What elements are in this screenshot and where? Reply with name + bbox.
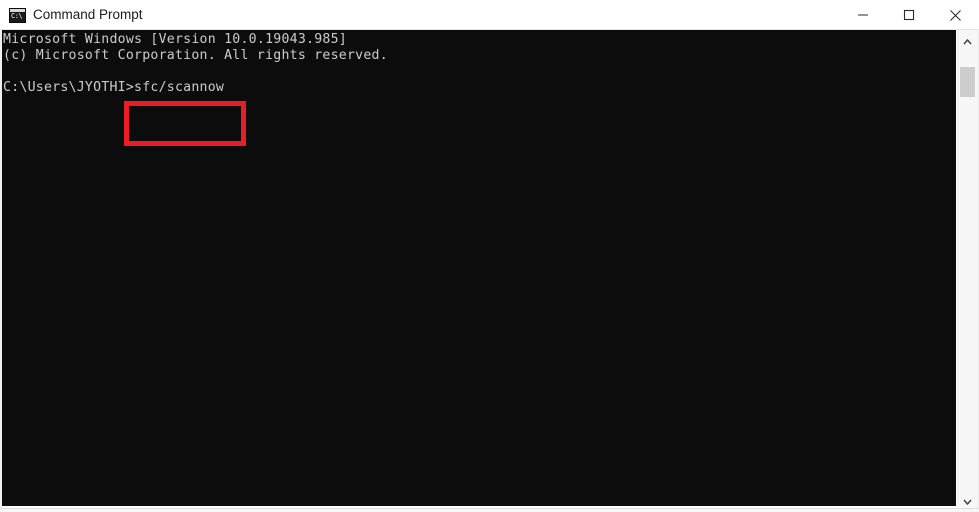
console-output-area[interactable]: Microsoft Windows [Version 10.0.19043.98… — [2, 30, 956, 506]
scroll-down-button[interactable] — [958, 490, 977, 508]
scrollbar-track[interactable] — [958, 48, 977, 490]
close-icon — [949, 9, 961, 21]
command-prompt-window: C:\ Command Prompt Microsoft Windows [Ve… — [0, 0, 979, 512]
close-button[interactable] — [932, 0, 978, 30]
window-title: Command Prompt — [33, 7, 143, 22]
command-highlight-rectangle — [124, 101, 246, 146]
chevron-up-icon — [963, 38, 972, 44]
maximize-icon — [903, 9, 915, 21]
console-icon: C:\ — [9, 8, 26, 23]
maximize-button[interactable] — [886, 0, 932, 30]
minimize-icon — [858, 14, 868, 16]
chevron-down-icon — [963, 499, 972, 505]
minimize-button[interactable] — [840, 0, 886, 30]
console-icon-glyph: C:\ — [11, 12, 23, 20]
scroll-up-button[interactable] — [958, 30, 977, 48]
scrollbar-thumb[interactable] — [960, 67, 975, 97]
titlebar[interactable]: C:\ Command Prompt — [0, 0, 979, 30]
console-text: Microsoft Windows [Version 10.0.19043.98… — [3, 32, 388, 96]
window-border-bottom — [0, 508, 979, 512]
vertical-scrollbar[interactable] — [957, 30, 977, 508]
